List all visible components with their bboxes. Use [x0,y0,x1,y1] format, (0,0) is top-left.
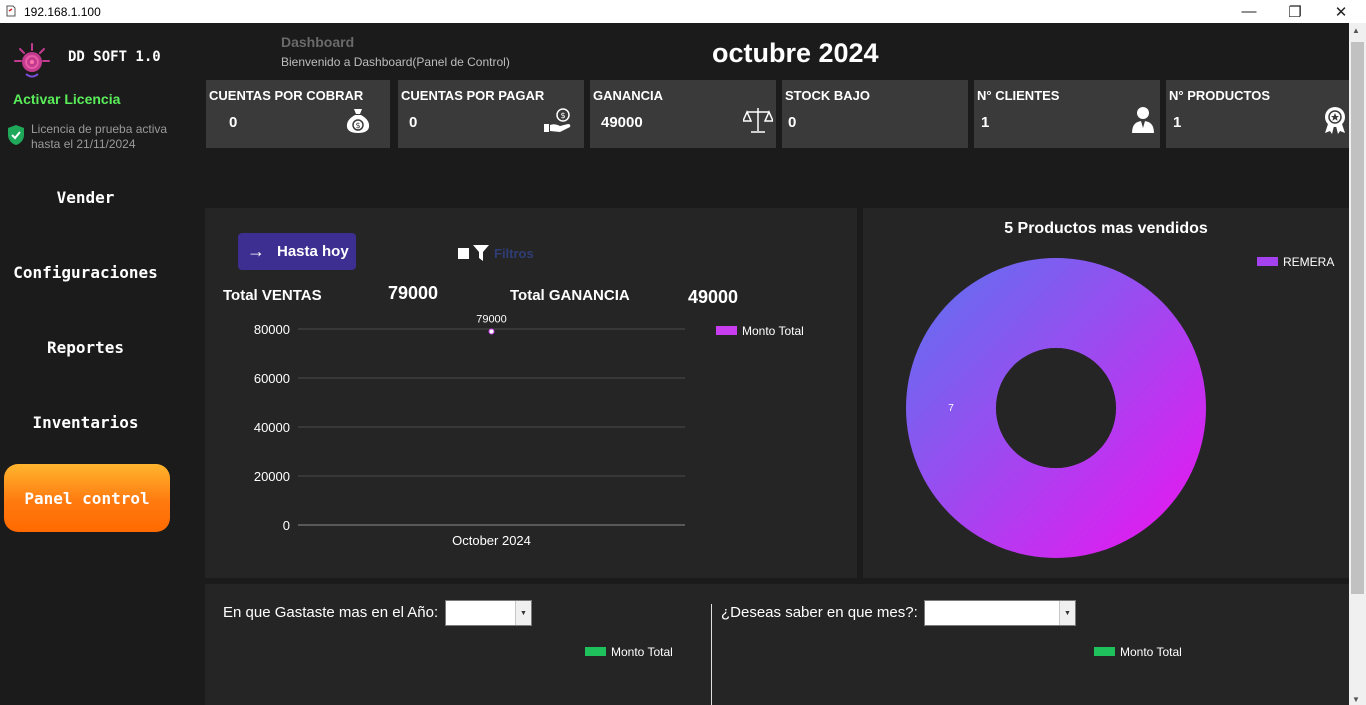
card-label: N° PRODUCTOS [1169,88,1271,103]
hasta-hoy-button[interactable]: → Hasta hoy [238,233,356,270]
y-tick-label: 40000 [254,420,290,435]
chevron-down-icon[interactable]: ▼ [1059,601,1075,625]
nav-panel-control[interactable]: Panel control [4,464,170,532]
balance-scale-icon [743,108,773,133]
slice-label: 7 [948,403,954,414]
restore-icon: ❐ [1288,3,1302,21]
sidebar: DD SOFT 1.0 Activar Licencia Licencia de… [0,23,205,705]
y-tick-label: 0 [283,518,290,533]
month-question-label: ¿Deseas saber en que mes?: [721,604,918,621]
license-line-1: Licencia de prueba activa [31,122,168,136]
pie-legend-label: REMERA [1283,255,1335,269]
card-cuentas-pagar: CUENTAS POR PAGAR 0 $ [398,80,584,148]
svg-text:$: $ [355,121,360,130]
card-value: 1 [1173,114,1182,131]
hasta-hoy-label: Hasta hoy [277,243,349,260]
scroll-up-icon[interactable]: ▲ [1352,26,1360,35]
top-products-donut-chart: 7 [906,258,1206,558]
card-value: 49000 [601,114,643,131]
shield-check-icon [8,125,24,145]
card-label: CUENTAS POR COBRAR [209,88,364,103]
app-logo-icon [14,43,50,78]
page-subtitle: Bienvenido a Dashboard(Panel de Control) [281,55,510,69]
card-stock-bajo: STOCK BAJO 0 [782,80,968,148]
close-icon: ✕ [1334,3,1348,21]
arrow-right-icon: → [247,241,265,261]
minimize-button[interactable]: — [1226,0,1272,23]
nav-reportes[interactable]: Reportes [0,338,171,357]
card-value: 0 [409,114,418,131]
y-tick-label: 80000 [254,322,290,337]
y-tick-label: 20000 [254,469,290,484]
filtros-label[interactable]: Filtros [494,246,534,261]
pie-title: 5 Productos mas vendidos [1004,220,1208,237]
legend-label: Monto Total [742,324,804,338]
chevron-down-icon[interactable]: ▼ [515,601,531,625]
card-label: N° CLIENTES [977,88,1060,103]
data-label: 79000 [476,313,507,325]
hand-coin-icon: $ [544,108,571,132]
close-button[interactable]: ✕ [1318,0,1364,23]
card-label: CUENTAS POR PAGAR [401,88,545,103]
nav-configuraciones[interactable]: Configuraciones [0,263,171,282]
sales-line-chart: 0 20000 40000 60000 80000 October 2024 79000 [254,313,685,548]
window-title: 192.168.1.100 [24,5,101,19]
minimize-icon: — [1241,3,1257,20]
user-icon [1132,107,1154,133]
panel-divider [711,604,712,705]
page-scrollbar-thumb[interactable] [1351,42,1364,594]
svg-text:$: $ [560,111,565,120]
card-ganancia: GANANCIA 49000 [590,80,776,148]
nav-inventarios[interactable]: Inventarios [0,413,171,432]
year-question-label: En que Gastaste mas en el Año: [223,604,439,621]
scroll-down-icon[interactable]: ▼ [1352,695,1360,704]
donut-hole [996,348,1116,468]
window-titlebar: 192.168.1.100 — ❐ ✕ [0,0,1366,23]
card-value: 0 [788,114,797,131]
nav-vender[interactable]: Vender [0,188,171,207]
card-clientes: N° CLIENTES 1 [974,80,1160,148]
legend-swatch-left [585,647,606,656]
funnel-icon[interactable] [473,245,489,261]
page-title: Dashboard [281,34,355,50]
y-tick-label: 60000 [254,371,290,386]
legend-label-left: Monto Total [611,645,673,659]
card-value: 1 [981,114,990,131]
license-status: Licencia de prueba activa hasta el 21/11… [31,122,201,152]
card-productos: N° PRODUCTOS 1 [1166,80,1349,148]
filter-checkbox[interactable] [458,248,469,259]
card-cuentas-cobrar: CUENTAS POR COBRAR 0 $ [206,80,390,148]
app-brand: DD SOFT 1.0 [68,49,161,65]
x-tick-label: October 2024 [452,533,531,548]
year-select[interactable]: ▼ [445,600,532,626]
current-month: octubre 2024 [712,38,879,68]
page-icon [6,5,16,17]
restore-button[interactable]: ❐ [1272,0,1318,23]
money-bag-icon: $ [346,109,370,133]
award-badge-icon [1325,107,1345,134]
pie-legend-swatch [1257,257,1278,266]
card-value: 0 [229,114,238,131]
month-select[interactable]: ▼ [924,600,1076,626]
data-point [488,328,495,335]
activate-license-link[interactable]: Activar Licencia [13,91,120,107]
legend-label-right: Monto Total [1120,645,1182,659]
legend-swatch [716,326,737,335]
license-line-2: hasta el 21/11/2024 [31,137,136,151]
card-label: GANANCIA [593,88,664,103]
legend-swatch-right [1094,647,1115,656]
card-label: STOCK BAJO [785,88,870,103]
